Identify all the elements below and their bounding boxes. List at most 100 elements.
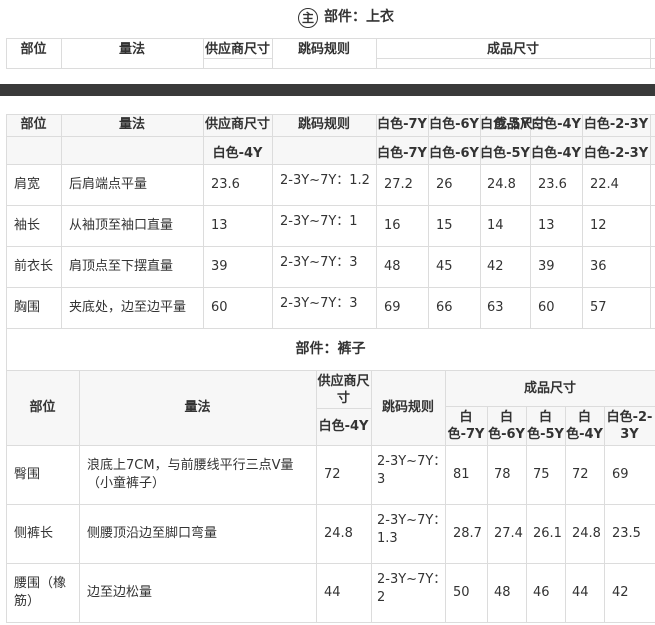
col-header-supplier: 供应商尺寸 (204, 117, 270, 132)
cell-method: 浪底上7CM，与前腰线平行三点V量 (87, 458, 294, 473)
cell-part: 袖长 (14, 218, 41, 233)
cell-value: 48 (494, 585, 511, 600)
main-badge-icon: 主 (298, 8, 318, 28)
cell-value: 63 (487, 300, 504, 315)
cell-value: 14 (487, 218, 504, 233)
cell-value: 28.7 (453, 526, 482, 541)
size-header: 白色-5Y (480, 146, 530, 161)
top-size-header: 白色-6Y (429, 117, 479, 132)
cell-value: 60 (538, 300, 555, 315)
cell-supplier: 39 (211, 259, 228, 274)
col-header-finished: 成品尺寸 (523, 381, 576, 396)
cell-method: 后肩端点平量 (69, 177, 148, 192)
col-header-method: 量法 (118, 117, 145, 132)
cell-value: 72 (572, 467, 589, 482)
cell-supplier: 13 (211, 218, 228, 233)
cell-part: 腰围（橡 (14, 576, 67, 591)
cell-value: 69 (384, 300, 401, 315)
cell-value: 75 (533, 467, 550, 482)
cell-supplier: 60 (211, 300, 228, 315)
top-size-header: 白色-4Y (531, 117, 581, 132)
top-size-header: 白色-5Y (480, 117, 530, 132)
cell-part-cont: 筋） (14, 594, 41, 609)
col-header-supplier-cont: 寸 (336, 391, 350, 406)
supplier-size-header: 白色-4Y (212, 146, 263, 161)
cell-value: 15 (436, 218, 453, 233)
cell-value: 42 (487, 259, 504, 274)
size-header: 白色-7Y (377, 146, 427, 161)
size-header: 白色-4Y (531, 146, 581, 161)
cell-jump: 2-3Y~7Y：1 (280, 214, 358, 229)
size-header: 白 (538, 410, 552, 425)
section-title-text: 部件：上衣 (324, 9, 394, 26)
cell-part: 胸围 (14, 300, 41, 315)
cell-part: 肩宽 (14, 177, 41, 192)
cell-value: 50 (453, 585, 470, 600)
cell-supplier: 72 (324, 467, 341, 482)
cell-value: 16 (384, 218, 401, 233)
cell-value: 13 (538, 218, 555, 233)
size-header-cont: 色-4Y (566, 427, 603, 442)
size-header: 白 (577, 410, 591, 425)
cell-part: 侧裤长 (14, 526, 54, 541)
cell-value: 12 (590, 218, 607, 233)
cell-value: 48 (384, 259, 401, 274)
cell-jump-cont: 1.3 (377, 531, 398, 546)
cell-method: 侧腰顶沿边至脚口弯量 (87, 526, 218, 541)
col-header-jump: 跳码规则 (297, 117, 350, 132)
size-header: 白 (459, 410, 473, 425)
cell-method: 肩顶点至下摆直量 (69, 259, 174, 274)
cell-value: 81 (453, 467, 470, 482)
size-header: 白色-6Y (429, 146, 479, 161)
col-header-jump: 跳码规则 (381, 400, 434, 415)
cell-value: 23.5 (612, 526, 641, 541)
top-size-header: 白色-7Y (377, 117, 427, 132)
cell-method-cont: （小童裤子） (87, 476, 166, 491)
cell-supplier: 24.8 (324, 526, 353, 541)
cell-value: 22.4 (590, 177, 619, 192)
col-header-finished: 成品尺寸 (486, 42, 539, 57)
cell-method: 边至边松量 (87, 585, 153, 600)
cell-jump: 2-3Y~7Y：1.2 (280, 173, 370, 188)
cell-value: 45 (436, 259, 453, 274)
cell-value: 57 (590, 300, 607, 315)
size-header: 白 (499, 410, 513, 425)
col-header-supplier: 供应商尺 (317, 374, 370, 389)
cell-value: 44 (572, 585, 589, 600)
cell-value: 27.4 (494, 526, 523, 541)
cell-supplier: 44 (324, 585, 341, 600)
cell-value: 26 (436, 177, 453, 192)
col-header-method: 量法 (184, 400, 211, 415)
section-title: 主 部件：上衣 (298, 8, 394, 28)
section-divider (0, 84, 655, 96)
top-size-header: 白色-2-3Y (583, 117, 649, 132)
cell-jump: 2-3Y~7Y： (377, 572, 447, 587)
cell-value: 36 (590, 259, 607, 274)
cell-value: 66 (436, 300, 453, 315)
cell-value: 78 (494, 467, 511, 482)
cell-jump: 2-3Y~7Y： (377, 513, 447, 528)
cell-jump: 2-3Y~7Y： (377, 454, 447, 469)
size-header-cont: 3Y (620, 427, 639, 442)
size-header-cont: 色-6Y (488, 427, 525, 442)
cell-jump: 2-3Y~7Y：3 (280, 296, 358, 311)
col-header-part: 部位 (29, 400, 56, 415)
cell-method: 从袖顶至袖口直量 (69, 218, 174, 233)
col-header-supplier: 供应商尺寸 (204, 42, 270, 57)
cell-value: 39 (538, 259, 555, 274)
col-header-method: 量法 (118, 42, 145, 57)
cell-supplier: 23.6 (211, 177, 240, 192)
col-header-part: 部位 (20, 42, 47, 57)
size-header-cont: 色-5Y (527, 427, 564, 442)
section-title-bar: 主 部件：上衣 (0, 0, 655, 38)
cell-jump-cont: 2 (377, 590, 386, 605)
cell-part: 前衣长 (14, 259, 54, 274)
section-title: 部件：裤子 (295, 341, 366, 357)
col-header-part: 部位 (20, 117, 47, 132)
supplier-size-header: 白色-4Y (318, 419, 369, 434)
col-header-jump: 跳码规则 (297, 42, 350, 57)
cell-part: 臀围 (14, 467, 41, 482)
cell-value: 27.2 (384, 177, 413, 192)
cell-value: 46 (533, 585, 550, 600)
cell-method: 夹底处，边至边平量 (69, 300, 187, 315)
